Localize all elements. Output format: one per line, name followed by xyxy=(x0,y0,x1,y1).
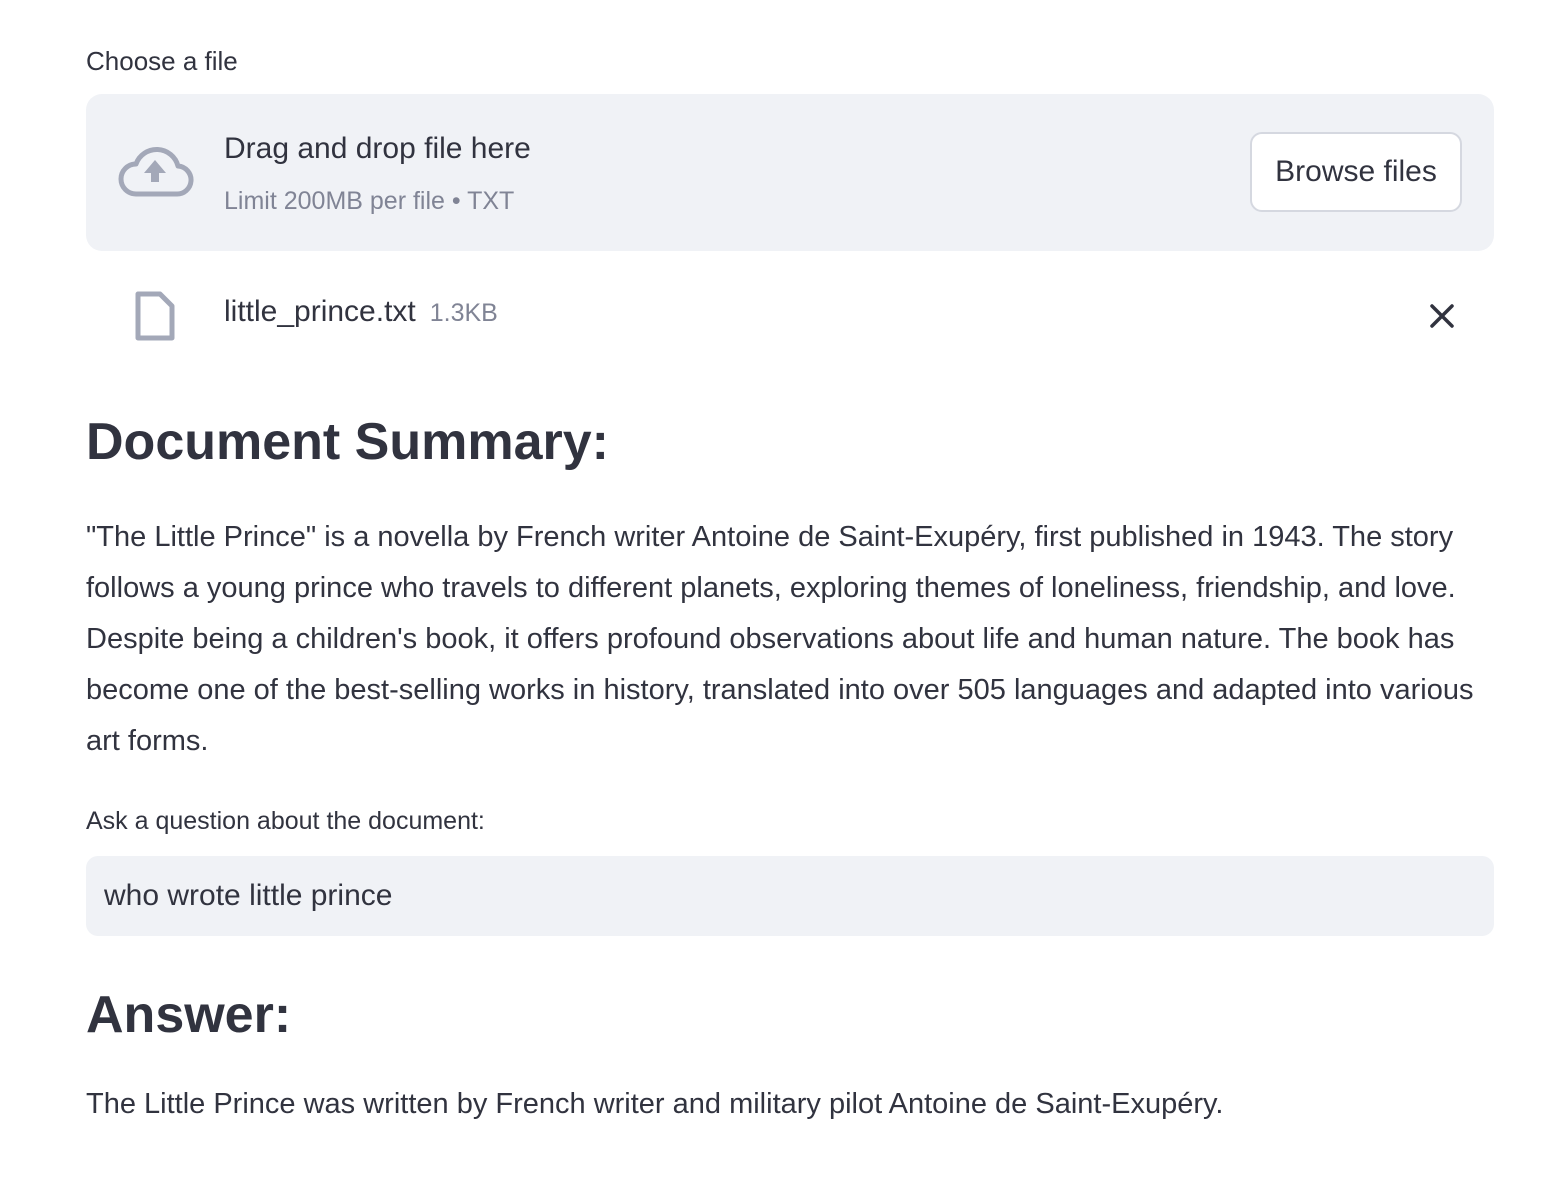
cloud-upload-icon xyxy=(118,146,194,197)
uploaded-file-name: little_prince.txt 1.3KB xyxy=(224,295,498,329)
file-size: 1.3KB xyxy=(429,299,498,327)
file-uploader-label: Choose a file xyxy=(86,46,238,76)
close-icon xyxy=(1430,304,1454,328)
question-input[interactable] xyxy=(86,856,1494,936)
browse-files-button[interactable]: Browse files xyxy=(1250,132,1462,212)
remove-file-button[interactable] xyxy=(1424,298,1460,334)
uploaded-file-row: little_prince.txt 1.3KB xyxy=(86,280,1494,350)
file-icon xyxy=(135,291,175,341)
file-dropzone[interactable]: Drag and drop file here Limit 200MB per … xyxy=(86,94,1494,251)
file-name-text: little_prince.txt xyxy=(224,295,416,328)
app-page: Choose a file Drag and drop file here Li… xyxy=(0,0,1568,1188)
answer-heading: Answer: xyxy=(86,986,292,1044)
question-label: Ask a question about the document: xyxy=(86,807,485,835)
dropzone-title: Drag and drop file here xyxy=(224,132,531,165)
dropzone-limit-text: Limit 200MB per file • TXT xyxy=(224,187,515,215)
summary-heading: Document Summary: xyxy=(86,413,609,471)
summary-text: "The Little Prince" is a novella by Fren… xyxy=(86,521,1474,757)
answer-text: The Little Prince was written by French … xyxy=(86,1088,1224,1120)
